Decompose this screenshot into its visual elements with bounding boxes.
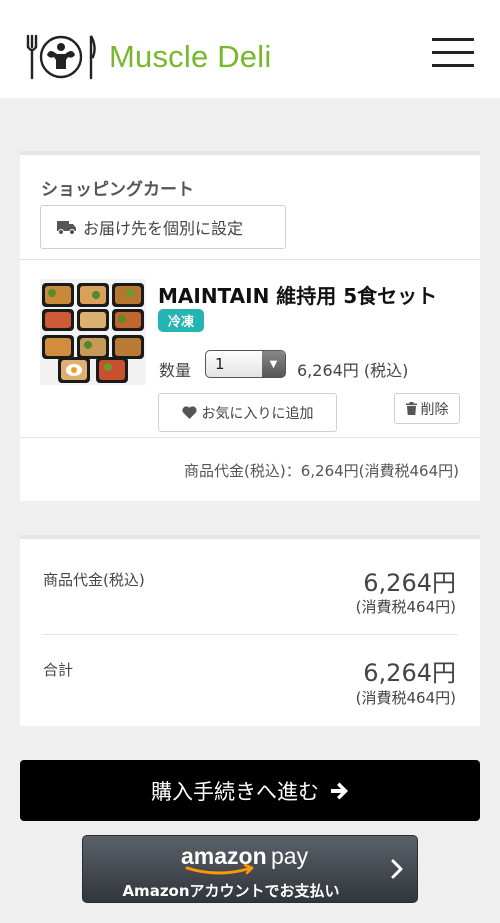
trash-icon: [405, 402, 417, 415]
amazon-pay-label: Amazonアカウントでお支払い: [122, 882, 340, 900]
hamburger-menu-icon[interactable]: [432, 36, 474, 68]
items-total-label: 商品代金(税込): [43, 571, 145, 589]
delete-item-label: 削除: [420, 401, 449, 418]
divider: [20, 259, 480, 260]
proceed-to-checkout-label: 購入手続きへ進む: [151, 779, 319, 804]
set-delivery-address-label: お届け先を個別に設定: [83, 219, 244, 238]
items-total-amount: 6,264円: [363, 569, 456, 597]
quantity-label: 数量: [159, 361, 192, 380]
product-image[interactable]: [40, 279, 146, 385]
order-totals-panel: 商品代金(税込) 6,264円 (消費税464円) 合計 6,264円 (消費税…: [20, 535, 480, 726]
dropdown-arrow-icon: ▼: [262, 351, 285, 377]
add-to-favorites-button[interactable]: お気に入りに追加: [158, 393, 337, 432]
arrow-right-icon: [331, 782, 348, 799]
shopping-cart-panel: ショッピングカート お届け先を個別に設定 MAINTAIN 維持用 5食セット …: [20, 151, 480, 501]
cart-subtotal: 商品代金(税込)：6,264円(消費税464円): [184, 462, 459, 480]
site-logo[interactable]: Muscle Deli: [25, 33, 271, 81]
fork-knife-plate-icon: [26, 34, 96, 80]
quantity-select[interactable]: 1 ▼: [205, 350, 286, 378]
truck-icon: [57, 220, 76, 235]
divider: [20, 437, 480, 438]
site-header: Muscle Deli: [0, 0, 500, 98]
delete-item-button[interactable]: 削除: [394, 393, 460, 424]
items-total-tax: (消費税464円): [355, 598, 456, 616]
grand-total-label: 合計: [43, 661, 74, 679]
proceed-to-checkout-button[interactable]: 購入手続きへ進む: [20, 760, 480, 821]
pay-logo-word: pay: [271, 844, 309, 869]
amazon-pay-logo: amazon pay: [181, 844, 309, 875]
quantity-value: 1: [215, 355, 225, 373]
grand-total-amount: 6,264円: [363, 659, 456, 687]
grand-total-tax: (消費税464円): [355, 689, 456, 707]
product-name[interactable]: MAINTAIN 維持用 5食セット: [158, 280, 437, 309]
logo-text: Muscle Deli: [109, 39, 272, 74]
meal-boxes-image: [40, 279, 146, 385]
divider: [42, 634, 458, 635]
item-price: 6,264円 (税込): [297, 361, 409, 380]
amazon-pay-button[interactable]: amazon pay Amazonアカウントでお支払い: [82, 835, 418, 903]
add-to-favorites-label: お気に入りに追加: [201, 405, 314, 422]
heart-icon: [181, 406, 197, 419]
cart-title: ショッピングカート: [41, 180, 194, 200]
frozen-badge: 冷凍: [158, 309, 204, 332]
set-delivery-address-button[interactable]: お届け先を個別に設定: [40, 205, 286, 249]
chevron-right-icon: [391, 859, 403, 879]
amazon-logo-word: amazon: [181, 844, 267, 869]
